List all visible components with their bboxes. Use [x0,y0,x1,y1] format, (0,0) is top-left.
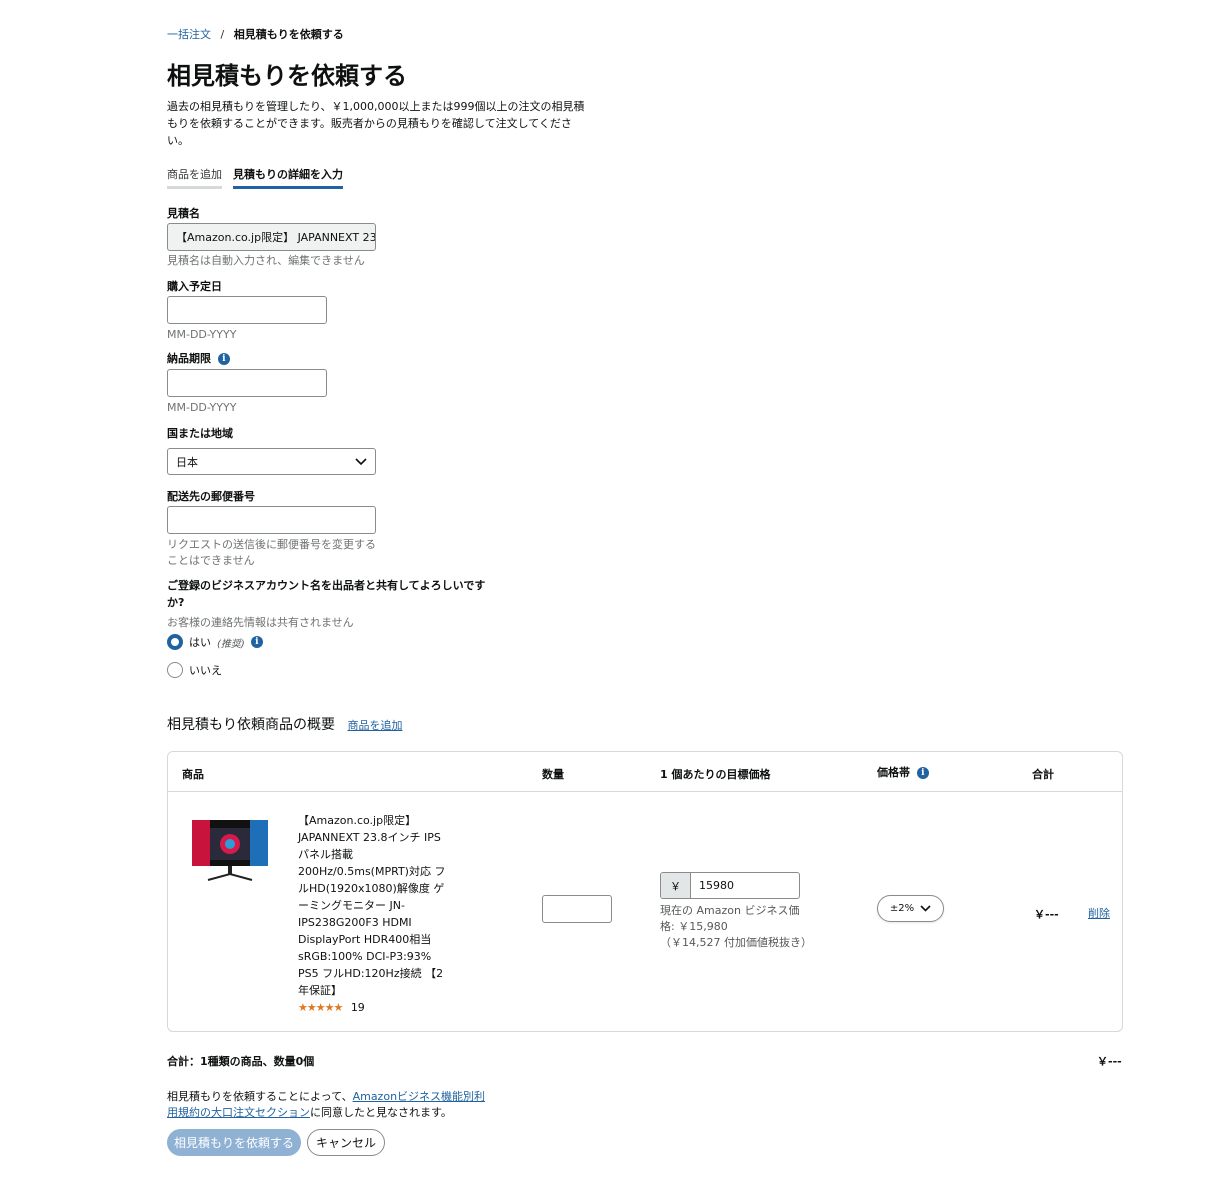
row-total: ￥--- [1034,908,1059,921]
radio-yes[interactable] [167,634,183,650]
target-price-value[interactable]: 15980 [691,873,799,898]
share-no-label: いいえ [189,664,222,677]
step-tabs: 商品を追加 見積もりの詳細を入力 [167,166,343,189]
breadcrumb: 一括注文 / 相見積もりを依頼する [167,26,344,42]
submit-quote-button[interactable]: 相見積もりを依頼する [167,1129,301,1156]
delivery-deadline-input[interactable] [167,369,327,397]
postal-code-hint: リクエストの送信後に郵便番号を変更することはできません [167,538,376,567]
price-band-header-text: 価格帯 [877,766,910,779]
price-band-value: ±2% [889,903,915,914]
total-summary-label: 合計：1種類の商品、数量0個 [167,1055,315,1068]
info-icon[interactable]: i [217,353,230,365]
breadcrumb-separator: / [220,28,225,41]
share-yes-option[interactable]: はい (推奨) i [167,634,263,650]
agreement-prefix: 相見積もりを依頼することによって、 [167,1090,353,1103]
quote-name-label: 見積名 [167,207,200,220]
price-band-select[interactable]: ±2% [877,895,944,922]
chevron-down-icon [355,457,367,465]
share-account-question: ご登録のビジネスアカウント名を出品者と共有してよろしいですか? [167,579,486,609]
business-price-info: 現在の Amazon ビジネス価格: ￥15,980 （￥14,527 付加価値… [660,903,812,951]
agreement-suffix: に同意したと見なされます。 [310,1106,452,1119]
country-select[interactable]: 日本 [167,448,376,475]
currency-prefix: ￥ [661,873,691,898]
info-icon[interactable]: i [250,636,263,648]
column-header-target-price: 1 個あたりの目標価格 [660,768,771,781]
purchase-date-label: 購入予定日 [167,280,222,293]
share-yes-note: (推奨) [217,638,245,650]
column-header-price-band: 価格帯 i [877,764,929,780]
breadcrumb-current: 相見積もりを依頼する [233,28,344,41]
delivery-deadline-label-text: 納品期限 [167,352,211,365]
info-icon[interactable]: i [916,767,929,779]
country-label: 国または地域 [167,427,233,440]
review-count[interactable]: 19 [351,1001,365,1014]
country-select-value: 日本 [176,455,198,469]
star-rating-icon: ★★★★★ [298,1001,343,1014]
chevron-down-icon [920,905,931,912]
price-ex-tax: （￥14,527 付加価値税抜き） [660,936,812,949]
postal-code-label: 配送先の郵便番号 [167,490,255,503]
quantity-input[interactable] [542,895,612,923]
quote-name-field: 【Amazon.co.jp限定】 JAPANNEXT 23 [167,223,376,251]
product-image[interactable] [190,818,270,882]
tab-quote-details[interactable]: 見積もりの詳細を入力 [233,166,343,189]
product-rating: ★★★★★ 19 [298,999,448,1016]
breadcrumb-bulk-order-link[interactable]: 一括注文 [167,28,211,41]
column-header-product: 商品 [182,768,204,781]
column-header-quantity: 数量 [542,768,564,781]
summary-title: 相見積もり依頼商品の概要 [167,717,335,733]
purchase-date-hint: MM-DD-YYYY [167,328,237,341]
add-product-link[interactable]: 商品を追加 [347,719,402,732]
delivery-deadline-hint: MM-DD-YYYY [167,401,237,414]
cancel-button[interactable]: キャンセル [307,1129,385,1156]
products-table: 商品 数量 1 個あたりの目標価格 価格帯 i 合計 【Amazon.co.jp [167,751,1123,1032]
share-account-hint: お客様の連絡先情報は共有されません [167,616,354,629]
agreement-text: 相見積もりを依頼することによって、Amazonビジネス機能別利用規約の大口注文セ… [167,1089,487,1121]
tab-add-products[interactable]: 商品を追加 [167,166,222,189]
share-yes-label: はい [189,636,211,649]
business-price: 現在の Amazon ビジネス価格: ￥15,980 [660,904,800,933]
total-summary-value: ￥--- [1097,1055,1122,1068]
table-header: 商品 数量 1 個あたりの目標価格 価格帯 i 合計 [168,752,1122,792]
share-no-option[interactable]: いいえ [167,662,222,678]
target-price-field[interactable]: ￥ 15980 [660,872,800,899]
product-details: 【Amazon.co.jp限定】JAPANNEXT 23.8インチ IPSパネル… [298,812,448,1016]
delivery-deadline-label: 納品期限 i [167,350,230,366]
page-title: 相見積もりを依頼する [167,62,407,90]
column-header-total: 合計 [1032,768,1054,781]
postal-code-input[interactable] [167,506,376,534]
delete-link[interactable]: 削除 [1088,905,1110,921]
purchase-date-input[interactable] [167,296,327,324]
radio-no[interactable] [167,662,183,678]
product-name[interactable]: 【Amazon.co.jp限定】JAPANNEXT 23.8インチ IPSパネル… [298,812,448,999]
intro-text: 過去の相見積もりを管理したり、￥1,000,000以上または999個以上の注文の… [167,100,585,147]
summary-heading: 相見積もり依頼商品の概要 商品を追加 [167,714,402,734]
quote-name-hint: 見積名は自動入力され、編集できません [167,254,365,267]
